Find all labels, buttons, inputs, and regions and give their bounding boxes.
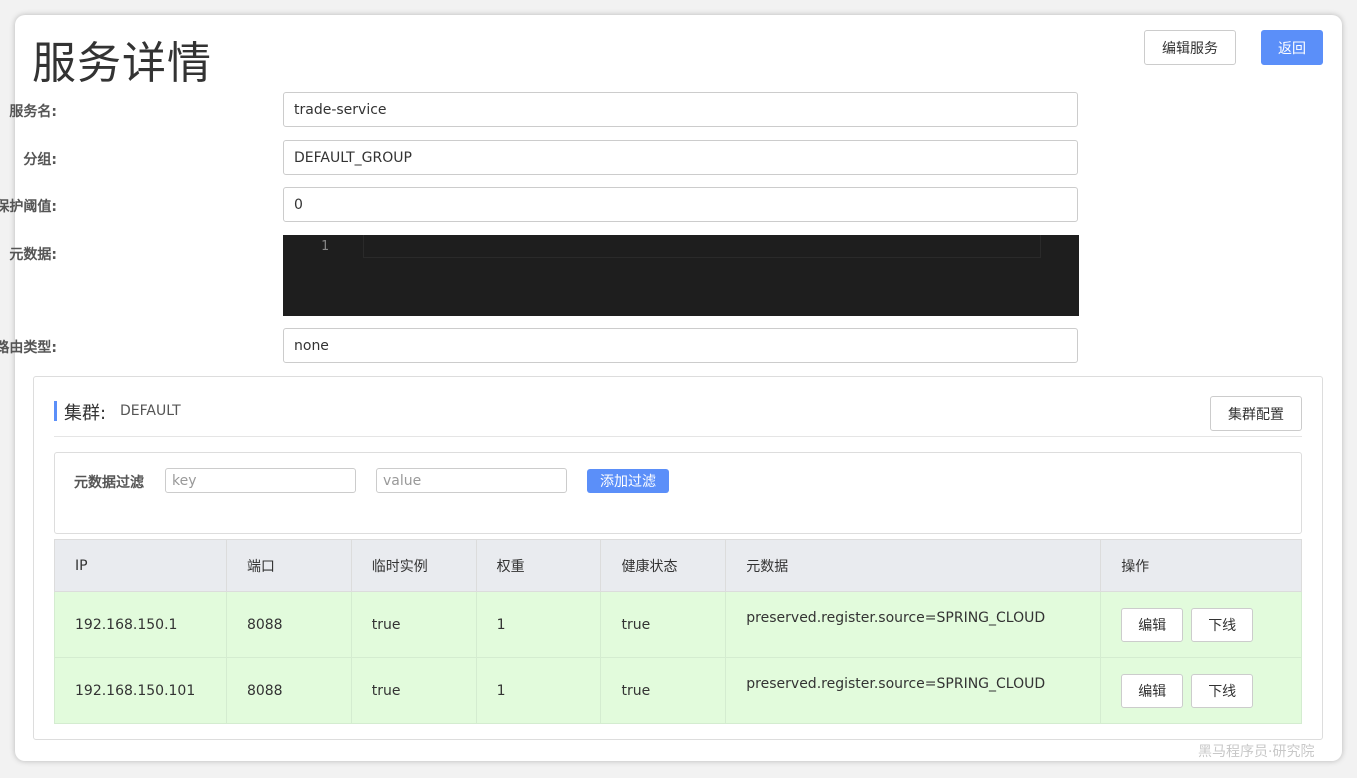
cell-weight: 1 (475, 591, 602, 658)
cell-metadata: preserved.register.source=SPRING_CLOUD (725, 591, 1102, 658)
metadata-label: 元数据: (9, 247, 57, 263)
threshold-field[interactable]: 0 (283, 187, 1078, 222)
cell-actions: 编辑 下线 (1100, 591, 1302, 658)
cell-ephemeral: true (350, 591, 477, 658)
cluster-header: 集群: DEFAULT (54, 399, 1302, 437)
editor-line-number: 1 (321, 239, 329, 254)
threshold-label: 保护阈值: (0, 199, 57, 215)
cell-healthy: true (600, 591, 727, 658)
cell-ip: 192.168.150.101 (54, 657, 227, 724)
cluster-name: DEFAULT (120, 403, 181, 419)
column-header-port: 端口 (225, 539, 352, 592)
column-header-healthy: 健康状态 (600, 539, 727, 592)
instance-table: IP 端口 临时实例 权重 健康状态 元数据 操作 192.168.150.1 … (54, 539, 1302, 724)
cell-ip: 192.168.150.1 (54, 591, 227, 658)
cell-actions: 编辑 下线 (1100, 657, 1302, 724)
add-filter-button[interactable]: 添加过滤 (587, 469, 669, 493)
metadata-filter-panel: 元数据过滤 key value 添加过滤 (54, 452, 1302, 534)
filter-key-input[interactable]: key (165, 468, 356, 493)
service-name-field[interactable]: trade-service (283, 92, 1078, 127)
metadata-code-editor[interactable]: 1 (283, 235, 1079, 316)
service-name-label: 服务名: (9, 104, 57, 120)
group-label: 分组: (23, 152, 57, 168)
selector-field[interactable]: none (283, 328, 1078, 363)
table-header-row: IP 端口 临时实例 权重 健康状态 元数据 操作 (54, 539, 1302, 592)
filter-label: 元数据过滤 (74, 475, 144, 491)
page-title: 服务详情 (32, 38, 212, 89)
cell-weight: 1 (475, 657, 602, 724)
form-row-selector: 服务路由类型: none (0, 328, 1115, 363)
offline-instance-button[interactable]: 下线 (1191, 673, 1254, 708)
cell-port: 8088 (225, 657, 352, 724)
selector-label: 服务路由类型: (0, 340, 57, 356)
back-button[interactable]: 返回 (1261, 30, 1323, 65)
cell-ephemeral: true (350, 657, 477, 724)
filter-value-input[interactable]: value (376, 468, 567, 493)
edit-instance-button[interactable]: 编辑 (1121, 607, 1184, 642)
column-header-weight: 权重 (475, 539, 602, 592)
watermark: 黑马程序员·研究院 (1198, 744, 1315, 760)
column-header-ip: IP (54, 539, 227, 592)
offline-instance-button[interactable]: 下线 (1191, 607, 1254, 642)
service-detail-dialog: 服务详情 编辑服务 返回 服务名: trade-service 分组: DEFA… (0, 15, 1342, 761)
group-field[interactable]: DEFAULT_GROUP (283, 140, 1078, 175)
cell-port: 8088 (225, 591, 352, 658)
cluster-title: 集群: (64, 403, 107, 424)
cluster-panel: 集群: DEFAULT 集群配置 元数据过滤 key value 添加过滤 IP… (33, 376, 1323, 740)
edit-service-button[interactable]: 编辑服务 (1144, 30, 1236, 65)
cell-metadata: preserved.register.source=SPRING_CLOUD (725, 657, 1102, 724)
cluster-config-button[interactable]: 集群配置 (1210, 396, 1302, 431)
column-header-metadata: 元数据 (725, 539, 1102, 592)
editor-active-line (363, 235, 1041, 258)
edit-instance-button[interactable]: 编辑 (1121, 673, 1184, 708)
table-row: 192.168.150.1 8088 true 1 true preserved… (54, 591, 1302, 658)
form-row-service-name: 服务名: trade-service (9, 92, 1115, 127)
column-header-ephemeral: 临时实例 (350, 539, 477, 592)
cell-healthy: true (600, 657, 727, 724)
form-row-threshold: 保护阈值: 0 (0, 187, 1115, 222)
form-row-group: 分组: DEFAULT_GROUP (15, 140, 1115, 175)
table-row: 192.168.150.101 8088 true 1 true preserv… (54, 657, 1302, 724)
cluster-accent-bar (54, 401, 57, 421)
column-header-actions: 操作 (1100, 539, 1302, 592)
